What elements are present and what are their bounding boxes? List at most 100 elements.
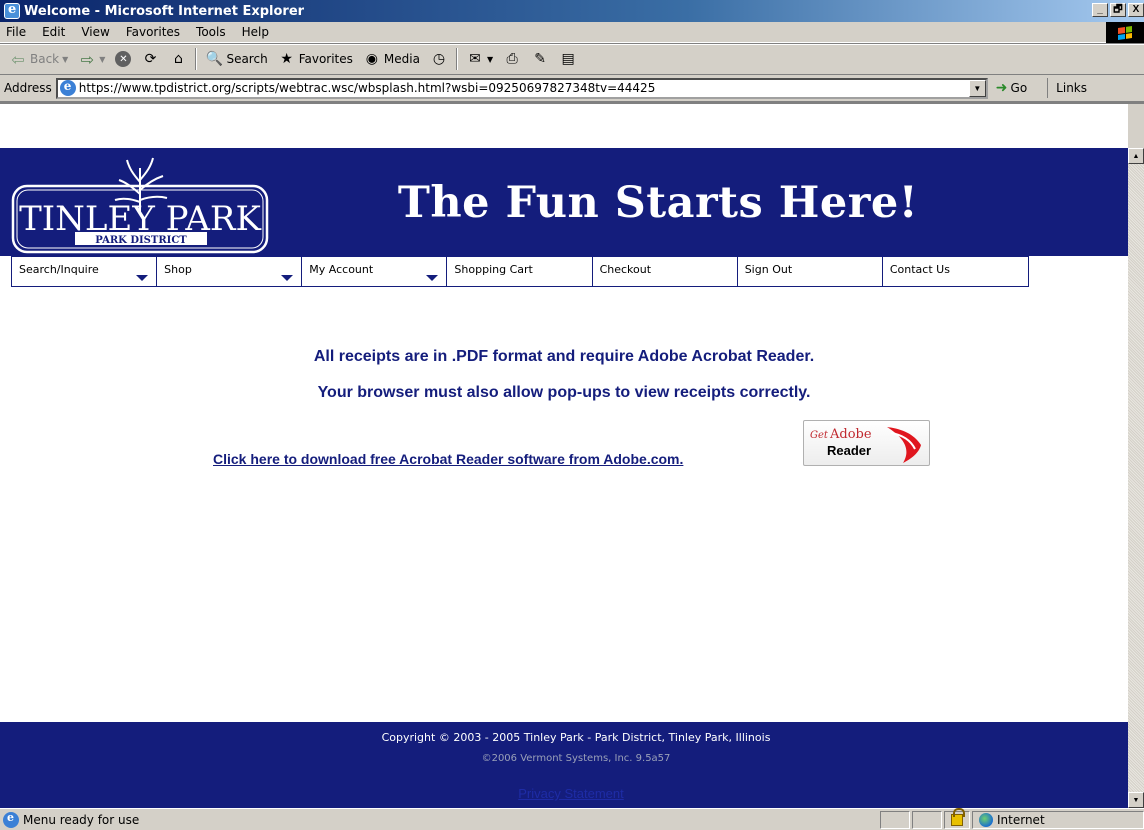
nav-label: Checkout — [599, 263, 652, 276]
window-controls: _ 🗗 X — [1092, 3, 1144, 17]
history-button[interactable]: ◷ — [425, 47, 453, 71]
zone-cell: Internet — [972, 810, 1144, 829]
address-bar: Address https://www.tpdistrict.org/scrip… — [0, 75, 1144, 102]
toolbar-separator — [455, 48, 458, 70]
tinley-park-logo[interactable]: TINLEY PARK PARK DISTRICT — [11, 154, 269, 255]
edit-icon: ✎ — [534, 51, 546, 67]
ie-icon — [4, 2, 20, 19]
address-input[interactable]: https://www.tpdistrict.org/scripts/webtr… — [55, 77, 988, 99]
address-url: https://www.tpdistrict.org/scripts/webtr… — [78, 81, 656, 95]
page-status-icon — [3, 811, 19, 828]
home-icon: ⌂ — [174, 51, 183, 67]
status-cell-progress — [880, 810, 910, 829]
nav-search-inquire[interactable]: Search/Inquire — [12, 257, 158, 286]
menu-bar: File Edit View Favorites Tools Help — [0, 22, 1144, 43]
privacy-statement-link[interactable]: Privacy Statement — [0, 786, 1142, 801]
discuss-icon: ▤ — [561, 51, 575, 67]
nav-label: Shop — [164, 263, 192, 276]
media-button[interactable]: ◉ Media — [358, 47, 425, 71]
print-button[interactable]: ⎙ — [498, 47, 526, 71]
mail-dropdown-icon: ▼ — [486, 54, 494, 64]
search-label: Search — [226, 52, 268, 66]
menu-edit[interactable]: Edit — [34, 25, 73, 39]
back-arrow-icon: ⇦ — [11, 49, 25, 69]
status-text: Menu ready for use — [23, 812, 140, 827]
back-button[interactable]: ⇦ Back ▼ — [4, 47, 73, 71]
refresh-button[interactable]: ⟳ — [136, 47, 164, 71]
address-label: Address — [4, 81, 52, 95]
windows-logo-icon — [1106, 22, 1144, 43]
menu-file[interactable]: File — [0, 25, 34, 39]
menu-view[interactable]: View — [73, 25, 117, 39]
minimize-button[interactable]: _ — [1092, 3, 1108, 17]
status-cell-empty — [912, 810, 942, 829]
nav-label: Search/Inquire — [19, 263, 99, 276]
toolbar-separator — [195, 48, 198, 70]
favorites-star-icon: ★ — [280, 51, 293, 67]
scroll-down-icon[interactable]: ▼ — [1128, 792, 1144, 808]
viewport-border — [0, 102, 1144, 104]
receipt-format-notice: All receipts are in .PDF format and requ… — [313, 348, 815, 365]
go-button[interactable]: ➜ Go — [996, 80, 1027, 96]
mail-button[interactable]: ✉ ▼ — [461, 47, 498, 71]
go-arrow-icon: ➜ — [995, 80, 1008, 96]
acrobat-download-link[interactable]: Click here to download free Acrobat Read… — [213, 451, 683, 467]
favorites-label: Favorites — [298, 52, 353, 66]
media-label: Media — [383, 52, 420, 66]
menu-favorites[interactable]: Favorites — [118, 25, 188, 39]
nav-my-account[interactable]: My Account — [302, 257, 448, 286]
page-icon — [59, 79, 76, 96]
search-button[interactable]: 🔍 Search — [200, 47, 272, 71]
nav-sign-out[interactable]: Sign Out — [738, 257, 883, 286]
security-cell[interactable] — [944, 807, 970, 829]
menu-tools[interactable]: Tools — [188, 25, 234, 39]
title-bar: Welcome - Microsoft Internet Explorer _ … — [0, 0, 1144, 22]
status-bar: Menu ready for use Internet — [0, 807, 1144, 830]
links-button[interactable]: Links — [1047, 78, 1087, 98]
standard-toolbar: ⇦ Back ▼ ⇨ ▼ ✕ ⟳ ⌂ 🔍 Search ★ Favorites … — [0, 43, 1144, 75]
window-title: Welcome - Microsoft Internet Explorer — [24, 3, 305, 19]
popup-notice: Your browser must also allow pop-ups to … — [317, 384, 811, 401]
history-icon: ◷ — [432, 51, 446, 67]
restore-button[interactable]: 🗗 — [1110, 3, 1126, 17]
stop-button[interactable]: ✕ — [110, 47, 136, 71]
nav-shop[interactable]: Shop — [157, 257, 303, 286]
vertical-scrollbar[interactable]: ▲ ▼ — [1128, 148, 1144, 808]
nav-label: Sign Out — [744, 263, 793, 276]
scroll-up-icon[interactable]: ▲ — [1128, 148, 1144, 164]
nav-label: Shopping Cart — [454, 263, 533, 276]
internet-zone-icon — [979, 812, 993, 827]
nav-label: Contact Us — [889, 263, 950, 276]
back-dropdown-icon: ▼ — [62, 54, 69, 64]
forward-button[interactable]: ⇨ ▼ — [73, 47, 110, 71]
close-button[interactable]: X — [1128, 3, 1144, 17]
links-label: Links — [1056, 81, 1087, 95]
forward-arrow-icon: ⇨ — [80, 49, 94, 69]
lock-icon — [951, 807, 965, 826]
badge-get-text: Get — [810, 430, 828, 441]
favorites-button[interactable]: ★ Favorites — [273, 47, 358, 71]
copyright-text: Copyright © 2003 - 2005 Tinley Park - Pa… — [381, 731, 771, 744]
go-label: Go — [1010, 81, 1028, 95]
menu-help[interactable]: Help — [234, 25, 277, 39]
nav-checkout[interactable]: Checkout — [593, 257, 738, 286]
zone-label: Internet — [997, 812, 1045, 827]
dropdown-arrow-icon — [136, 275, 149, 281]
dropdown-arrow-icon — [281, 275, 294, 281]
home-button[interactable]: ⌂ — [164, 47, 192, 71]
nav-contact-us[interactable]: Contact Us — [883, 257, 1028, 286]
edit-button[interactable]: ✎ — [526, 47, 554, 71]
nav-shopping-cart[interactable]: Shopping Cart — [447, 257, 593, 286]
logo-graphic: TINLEY PARK PARK DISTRICT — [11, 157, 269, 254]
stop-icon: ✕ — [115, 51, 132, 67]
badge-adobe-text: Adobe — [830, 427, 872, 442]
logo-subtext: PARK DISTRICT — [95, 235, 187, 246]
discuss-button[interactable]: ▤ — [554, 47, 582, 71]
page-tagline: The Fun Starts Here! — [397, 178, 919, 228]
main-navigation: Search/Inquire Shop My Account Shopping … — [11, 256, 1029, 287]
get-adobe-reader-badge[interactable]: Get Adobe Reader — [803, 420, 930, 466]
mail-icon: ✉ — [469, 51, 481, 67]
address-dropdown-icon[interactable]: ▼ — [968, 79, 986, 97]
back-label: Back — [30, 52, 60, 66]
media-icon: ◉ — [365, 51, 379, 67]
